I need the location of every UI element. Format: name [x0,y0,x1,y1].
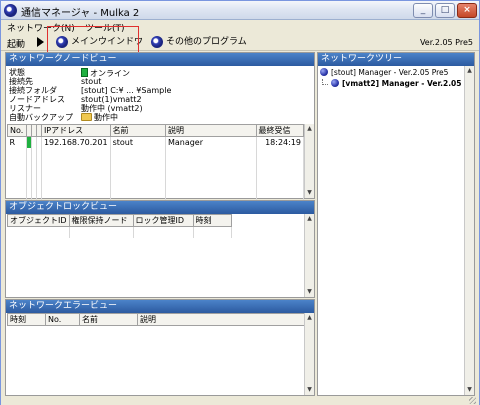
col-desc[interactable]: 説明 [137,313,306,326]
node-view-panel: ネットワークノードビュー 状態 オンライン 接続先 stout 接続フォルダ [… [5,52,315,210]
tree-scrollbar[interactable]: ▲ ▼ [464,66,474,395]
scroll-up-icon[interactable]: ▲ [465,66,474,76]
col-no[interactable]: No. [7,124,27,137]
table-row[interactable]: R 192.168.70.201 stout Manager 18:24:19 [7,136,305,148]
status-bar [1,397,479,405]
error-view-header: ネットワークエラービュー [6,300,314,313]
node-ball-icon [331,79,339,87]
cell-name: stout [110,136,166,148]
lock-scrollbar[interactable]: ▲ ▼ [304,214,314,297]
scroll-up-icon[interactable]: ▲ [305,124,314,134]
app-icon [4,4,17,17]
scroll-down-icon[interactable]: ▼ [305,287,314,297]
col-last-received[interactable]: 最終受信 [255,124,305,137]
maximize-button[interactable]: □ [435,3,455,18]
cell-ip: 192.168.70.201 [41,136,111,148]
cell-last-received: 18:24:19 [256,136,305,148]
col-lock-id[interactable]: ロック管理ID [132,214,194,227]
col-owner-node[interactable]: 権限保持ノード [68,214,134,227]
scroll-up-icon[interactable]: ▲ [305,214,314,224]
col-ip[interactable]: IPアドレス [40,124,111,137]
resize-grip-icon[interactable] [469,397,476,404]
tree-item-label: [vmatt2] Manager - Ver.2.05 [342,79,462,88]
mulka-icon [151,36,163,48]
close-button[interactable]: × [457,3,477,18]
tree-view-header: ネットワークツリー [318,53,474,66]
scroll-down-icon[interactable]: ▼ [465,385,474,395]
window-title: 通信マネージャ - Mulka 2 [21,8,140,19]
node-ball-icon [320,68,328,76]
tree-item-label: [stout] Manager - Ver.2.05 Pre5 [331,68,449,77]
error-view-panel: ネットワークエラービュー 時刻 No. 名前 説明 ▲ ▼ [5,299,315,396]
scroll-down-icon[interactable]: ▼ [305,188,314,198]
tree-item-stout[interactable]: [stout] Manager - Ver.2.05 Pre5 [320,68,448,77]
node-table: No. IPアドレス 名前 説明 最終受信 R 192.168.70.201 s… [7,124,305,210]
tree-view-panel: ネットワークツリー [stout] Manager - Ver.2.05 Pre… [317,52,475,396]
other-programs-label: その他のプログラム [166,37,247,47]
error-table: 時刻 No. 名前 説明 [7,313,306,326]
launch-label: 起動 [7,40,26,50]
col-object-id[interactable]: オブジェクトID [7,214,70,227]
col-name[interactable]: 名前 [109,124,166,137]
col-time[interactable]: 時刻 [7,313,46,326]
version-label: Ver.2.05 Pre5 [419,38,473,47]
node-table-scrollbar[interactable]: ▲ ▼ [304,124,314,198]
scroll-down-icon[interactable]: ▼ [305,385,314,395]
node-view-header: ネットワークノードビュー [6,53,314,66]
auto-backup-text: 動作中 [94,113,118,122]
cell-no: R [7,136,27,148]
error-scrollbar[interactable]: ▲ ▼ [304,313,314,395]
online-status-icon [81,68,88,77]
lock-view-header: オブジェクトロックビュー [6,201,314,214]
minimize-button[interactable]: _ [413,3,433,18]
tree-line [322,79,328,85]
title-bar: 通信マネージャ - Mulka 2 _ □ × [1,1,479,20]
col-desc[interactable]: 説明 [164,124,257,137]
highlight-box [47,26,139,54]
info-value-auto-backup: 動作中 [81,113,118,123]
lock-table: オブジェクトID 権限保持ノード ロック管理ID 時刻 [7,214,232,238]
other-programs-button[interactable]: その他のプログラム [151,35,247,49]
lock-view-panel: オブジェクトロックビュー オブジェクトID 権限保持ノード ロック管理ID 時刻… [5,200,315,298]
scroll-up-icon[interactable]: ▲ [305,313,314,323]
node-table-header: No. IPアドレス 名前 説明 最終受信 [7,124,305,137]
info-label-auto-backup: 自動バックアップ [9,113,73,122]
col-time[interactable]: 時刻 [192,214,232,227]
cell-desc: Manager [165,136,257,148]
main-window: 通信マネージャ - Mulka 2 _ □ × ネットワーク(N) ツール(T)… [0,0,480,405]
play-arrow-icon [37,37,44,47]
tree-item-vmatt2[interactable]: [vmatt2] Manager - Ver.2.05 [322,79,462,88]
col-name[interactable]: 名前 [79,313,138,326]
folder-icon [81,113,92,121]
col-no[interactable]: No. [45,313,80,326]
